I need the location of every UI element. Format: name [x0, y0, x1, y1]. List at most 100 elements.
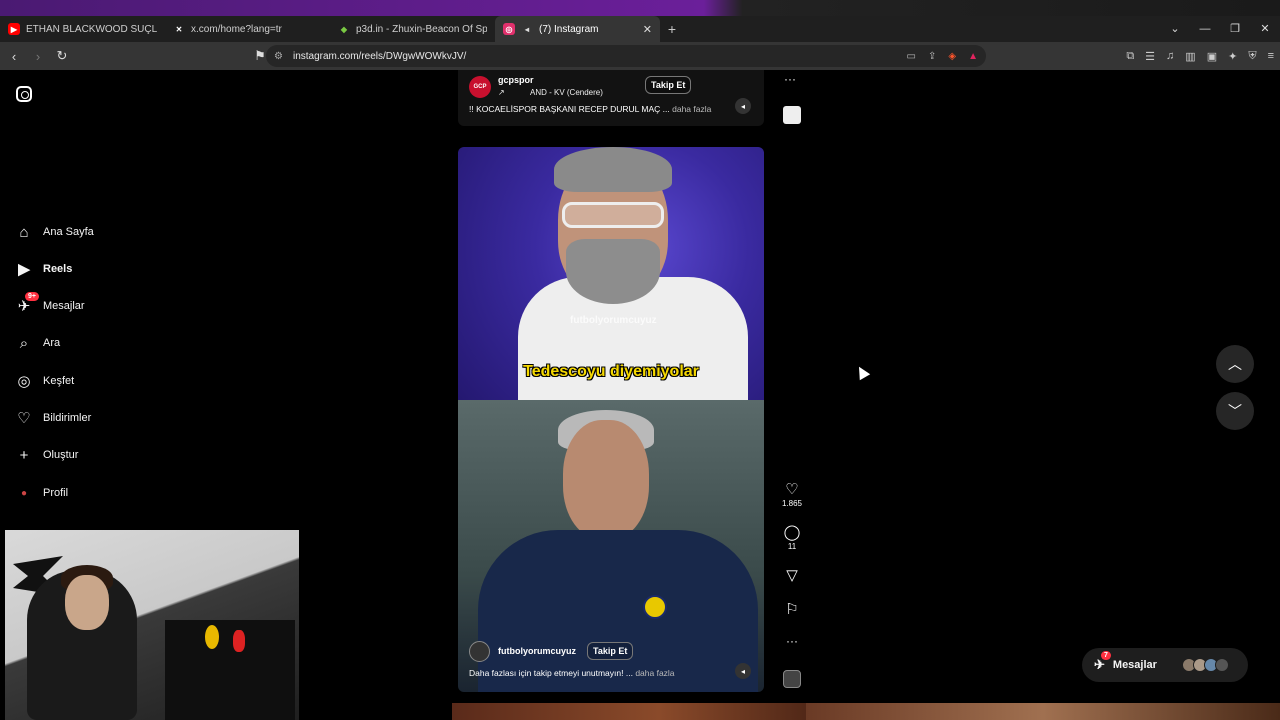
- sidebar-item-label: Mesajlar: [43, 300, 85, 312]
- youtube-icon: ▶: [8, 23, 20, 35]
- webcam-toy: [205, 625, 219, 649]
- more-link[interactable]: daha fazla: [672, 104, 711, 114]
- sidebar-item-messages[interactable]: ✈ 9+ Mesajlar: [15, 292, 85, 315]
- background-carpet: [452, 703, 1280, 720]
- reader-icon[interactable]: ☰: [1145, 50, 1155, 63]
- more-options-icon[interactable]: ···: [784, 72, 796, 86]
- minimize-icon[interactable]: —: [1190, 16, 1220, 42]
- reload-icon[interactable]: ↻: [52, 48, 72, 64]
- audio-button[interactable]: [778, 670, 806, 692]
- wallet-icon[interactable]: ▣: [1207, 50, 1217, 63]
- audio-arrow-icon: ↗: [498, 88, 505, 97]
- caption: !! KOCAELİSPOR BAŞKANI RECEP DURUL MAÇ .…: [469, 104, 711, 114]
- tab-instagram[interactable]: ◎ ◂ (7) Instagram ✕: [495, 16, 660, 42]
- messages-bar[interactable]: ✈ 7 Mesajlar: [1082, 648, 1248, 682]
- reels-icon: ▶: [18, 261, 30, 278]
- speaker-icon: ◂: [524, 24, 529, 34]
- sidebar-item-create[interactable]: + Oluştur: [15, 446, 79, 464]
- tab-title: ETHAN BLACKWOOD SUÇLU KOVAL: [26, 23, 157, 35]
- sidebar-item-explore[interactable]: ◎ Keşfet: [15, 372, 74, 390]
- like-button[interactable]: ♡ 1.865: [778, 480, 806, 508]
- sidebar-item-search[interactable]: ⌕ Ara: [15, 334, 60, 352]
- messages-icon: ✈ 9+: [15, 292, 39, 315]
- mouse-cursor: [853, 363, 871, 381]
- sidebar-item-reels[interactable]: ▶ Reels: [15, 260, 72, 278]
- extensions-icon[interactable]: ⧉: [1126, 50, 1134, 63]
- volume-icon[interactable]: ◂: [735, 98, 751, 114]
- menu-icon[interactable]: ≡: [1268, 50, 1274, 62]
- cast-icon[interactable]: ▭: [907, 51, 916, 62]
- media-icon[interactable]: ♫: [1166, 50, 1174, 62]
- site-info-icon[interactable]: ⚙: [274, 51, 283, 62]
- instagram-logo-icon[interactable]: [16, 86, 32, 102]
- comment-button[interactable]: ◯ 11: [778, 523, 806, 551]
- messages-badge: 9+: [25, 292, 39, 301]
- sidebar-item-profile[interactable]: ● Profil: [15, 484, 68, 502]
- restore-icon[interactable]: ❐: [1220, 16, 1250, 42]
- heart-icon: ♡: [785, 481, 799, 498]
- tab-x[interactable]: ✕ x.com/home?lang=tr: [165, 16, 330, 42]
- share-icon[interactable]: ⇪: [928, 51, 936, 62]
- previous-reel-button[interactable]: ︿: [1216, 345, 1254, 383]
- more-link[interactable]: daha fazla: [635, 668, 674, 678]
- tab-title: x.com/home?lang=tr: [191, 23, 282, 35]
- caption: Daha fazlası için takip etmeyi unutmayın…: [469, 668, 675, 678]
- save-button[interactable]: ⚐: [778, 600, 806, 618]
- volume-icon[interactable]: ◂: [735, 663, 751, 679]
- next-reel-button[interactable]: ﹀: [1216, 392, 1254, 430]
- tab-title: p3d.in - Zhuxin-Beacon Of Spirit: [356, 23, 487, 35]
- address-bar[interactable]: ⚙ instagram.com/reels/DWgwWOWkvJV/ ▭ ⇪ ◈…: [266, 45, 986, 67]
- p3d-icon: ◆: [340, 24, 348, 34]
- audio-thumbnail-icon: [783, 670, 801, 688]
- sidebar-item-home[interactable]: ⌂ Ana Sayfa: [15, 223, 93, 241]
- back-icon[interactable]: ‹: [4, 49, 24, 64]
- brave-shield-icon[interactable]: ◈: [948, 51, 956, 62]
- share-button[interactable]: ▽: [778, 566, 806, 584]
- follow-button[interactable]: Takip Et: [645, 76, 692, 94]
- profile-icon: ●: [20, 487, 28, 499]
- gcpspor-avatar[interactable]: GCP: [469, 76, 491, 98]
- new-tab-button[interactable]: +: [660, 16, 684, 42]
- forward-icon[interactable]: ›: [28, 49, 48, 64]
- browser-navbar: ‹ › ↻ ⚑ ⚙ instagram.com/reels/DWgwWOWkvJ…: [0, 42, 1280, 70]
- sidebar-item-label: Reels: [43, 263, 73, 275]
- reel-subtitle: Tedescoyu diyemiyolar: [523, 363, 699, 380]
- window-controls: ⌄ — ❐ ✕: [1160, 16, 1280, 42]
- tab-p3d[interactable]: ◆ p3d.in - Zhuxin-Beacon Of Spirit: [330, 16, 495, 42]
- leo-icon[interactable]: ✦: [1228, 50, 1237, 63]
- speaker-glasses: [562, 202, 664, 228]
- speaker-hair: [554, 147, 672, 192]
- extensions-area: ⧉ ☰ ♫ ▥ ▣ ✦ ⛨ ≡: [1126, 42, 1274, 70]
- more-button[interactable]: ···: [778, 634, 806, 648]
- sidebar-item-notifications[interactable]: ♡ Bildirimler: [15, 409, 91, 427]
- follow-button[interactable]: Takip Et: [587, 642, 634, 660]
- username[interactable]: futbolyorumcuyuz: [498, 646, 576, 656]
- vpn-icon[interactable]: ⛨: [1248, 50, 1256, 63]
- url-text[interactable]: instagram.com/reels/DWgwWOWkvJV/: [293, 51, 466, 62]
- audio-thumbnail-icon[interactable]: [783, 106, 801, 124]
- username[interactable]: gcpspor: [498, 75, 534, 85]
- futbolyorumcuyuz-avatar[interactable]: [469, 641, 490, 662]
- club-crest-icon: [643, 595, 667, 619]
- audio-label[interactable]: AND - KV (Cendere): [530, 88, 603, 97]
- reel-bottom-frame: futbolyorumcuyuz Takip Et Daha fazlası i…: [458, 400, 764, 692]
- more-options-icon: ···: [786, 634, 798, 648]
- bookmark-icon: ⚐: [785, 601, 799, 618]
- browser-tabbar: ▶ ETHAN BLACKWOOD SUÇLU KOVAL ✕ x.com/ho…: [0, 16, 1280, 42]
- messages-label: Mesajlar: [1112, 659, 1157, 671]
- x-icon: ✕: [175, 24, 183, 34]
- brave-rewards-icon[interactable]: ▲: [968, 51, 978, 62]
- tab-search-icon[interactable]: ⌄: [1160, 16, 1190, 42]
- close-window-icon[interactable]: ✕: [1250, 16, 1280, 42]
- tab-youtube[interactable]: ▶ ETHAN BLACKWOOD SUÇLU KOVAL: [0, 16, 165, 42]
- caption-text: Daha fazlası için takip etmeyi unutmayın…: [469, 668, 633, 678]
- webcam-overlay: [5, 530, 299, 720]
- like-count: 1.865: [781, 499, 803, 508]
- close-tab-icon[interactable]: ✕: [643, 23, 652, 36]
- heart-icon: ♡: [17, 410, 31, 427]
- webcam-toy: [233, 630, 245, 652]
- sidebar-toggle-icon[interactable]: ▥: [1185, 50, 1195, 63]
- current-reel[interactable]: futbolyorumcuyuz Tedescoyu diyemiyolar f…: [458, 147, 764, 692]
- sidebar-item-label: Bildirimler: [43, 412, 92, 424]
- instagram-page: ⌂ Ana Sayfa ▶ Reels ✈ 9+ Mesajlar ⌕ Ara ◎…: [0, 70, 1280, 720]
